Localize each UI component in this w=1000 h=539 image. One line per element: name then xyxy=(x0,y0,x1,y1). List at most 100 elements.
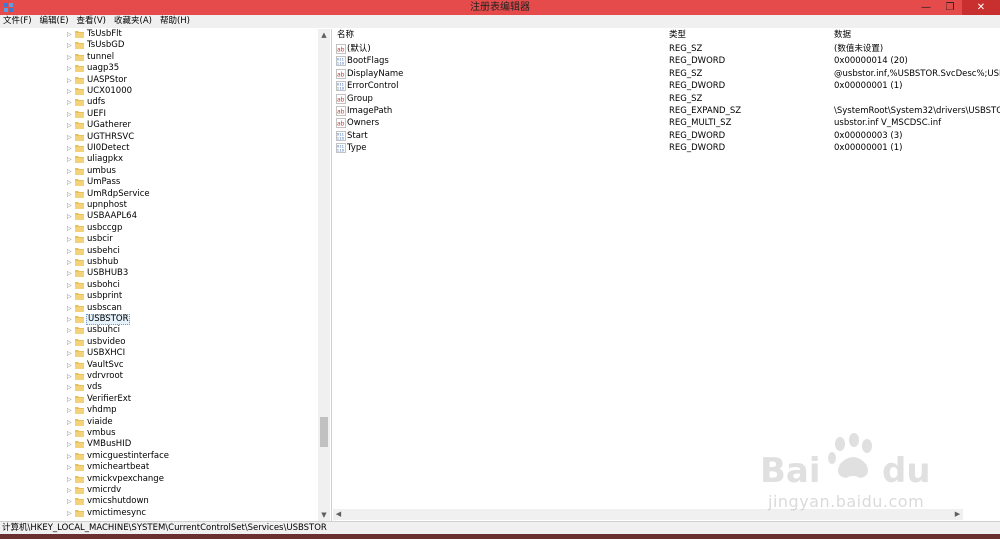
tree-item[interactable]: ▷ usbehci xyxy=(0,246,318,257)
tree-item[interactable]: ▷ UCX01000 xyxy=(0,86,318,97)
tree-item[interactable]: ▷ USBSTOR xyxy=(0,314,318,325)
tree-item[interactable]: ▷ vmicshutdown xyxy=(0,496,318,507)
expand-arrow-icon[interactable]: ▷ xyxy=(67,406,73,415)
expand-arrow-icon[interactable]: ▷ xyxy=(67,292,73,301)
tree-item[interactable]: ▷ USBAAPL64 xyxy=(0,211,318,222)
scroll-down-arrow-icon[interactable]: ▼ xyxy=(318,509,330,521)
expand-arrow-icon[interactable]: ▷ xyxy=(67,144,73,153)
expand-arrow-icon[interactable]: ▷ xyxy=(67,383,73,392)
tree-item[interactable]: ▷ VerifierExt xyxy=(0,394,318,405)
tree-item[interactable]: ▷ usbscan xyxy=(0,303,318,314)
tree-item[interactable]: ▷ uagp35 xyxy=(0,63,318,74)
expand-arrow-icon[interactable]: ▷ xyxy=(67,509,73,518)
expand-arrow-icon[interactable]: ▷ xyxy=(67,429,73,438)
tree-item[interactable]: ▷ upnphost xyxy=(0,200,318,211)
expand-arrow-icon[interactable]: ▷ xyxy=(67,110,73,119)
value-row[interactable]: ab Group REG_SZ xyxy=(333,93,1000,105)
expand-arrow-icon[interactable]: ▷ xyxy=(67,212,73,221)
expand-arrow-icon[interactable]: ▷ xyxy=(67,235,73,244)
tree-item[interactable]: ▷ vmicrdv xyxy=(0,485,318,496)
expand-arrow-icon[interactable]: ▷ xyxy=(67,326,73,335)
expand-arrow-icon[interactable]: ▷ xyxy=(67,121,73,130)
tree-item[interactable]: ▷ usbuhci xyxy=(0,325,318,336)
tree-item[interactable]: ▷ vmicheartbeat xyxy=(0,462,318,473)
expand-arrow-icon[interactable]: ▷ xyxy=(67,178,73,187)
expand-arrow-icon[interactable]: ▷ xyxy=(67,463,73,472)
value-row[interactable]: 011 110 Start REG_DWORD 0x00000003 (3) xyxy=(333,130,1000,142)
tree-item[interactable]: ▷ UmRdpService xyxy=(0,189,318,200)
value-row[interactable]: ab Owners REG_MULTI_SZ usbstor.inf V_MSCDSC… xyxy=(333,117,1000,129)
expand-arrow-icon[interactable]: ▷ xyxy=(67,98,73,107)
expand-arrow-icon[interactable]: ▷ xyxy=(67,486,73,495)
scroll-up-arrow-icon[interactable]: ▲ xyxy=(318,29,330,41)
tree-item[interactable]: ▷ UASPStor xyxy=(0,75,318,86)
tree-item[interactable]: ▷ udfs xyxy=(0,97,318,108)
tree-item[interactable]: ▷ usbprint xyxy=(0,291,318,302)
tree-item[interactable]: ▷ usbcir xyxy=(0,234,318,245)
expand-arrow-icon[interactable]: ▷ xyxy=(67,440,73,449)
expand-arrow-icon[interactable]: ▷ xyxy=(67,304,73,313)
tree-item[interactable]: ▷ TsUsbGD xyxy=(0,40,318,51)
value-row[interactable]: 011 110 ErrorControl REG_DWORD 0x00000001 (1… xyxy=(333,80,1000,92)
tree-item[interactable]: ▷ usbvideo xyxy=(0,337,318,348)
tree-item[interactable]: ▷ VaultSvc xyxy=(0,360,318,371)
expand-arrow-icon[interactable]: ▷ xyxy=(67,395,73,404)
tree-item[interactable]: ▷ vdrvroot xyxy=(0,371,318,382)
close-button[interactable]: ✕ xyxy=(962,0,1000,15)
expand-arrow-icon[interactable]: ▷ xyxy=(67,247,73,256)
tree-item[interactable]: ▷ vmictimesync xyxy=(0,508,318,519)
tree-item[interactable]: ▷ viaide xyxy=(0,417,318,428)
expand-arrow-icon[interactable]: ▷ xyxy=(67,201,73,210)
expand-arrow-icon[interactable]: ▷ xyxy=(67,269,73,278)
column-header-name[interactable]: 名称 xyxy=(337,29,354,42)
tree-item[interactable]: ▷ UI0Detect xyxy=(0,143,318,154)
menu-item-2[interactable]: 查看(V) xyxy=(73,15,110,28)
value-row[interactable]: 011 110 Type REG_DWORD 0x00000001 (1) xyxy=(333,142,1000,154)
expand-arrow-icon[interactable]: ▷ xyxy=(67,475,73,484)
column-header-data[interactable]: 数据 xyxy=(834,29,851,42)
tree-item[interactable]: ▷ TsUsbFlt xyxy=(0,29,318,40)
expand-arrow-icon[interactable]: ▷ xyxy=(67,224,73,233)
expand-arrow-icon[interactable]: ▷ xyxy=(67,133,73,142)
expand-arrow-icon[interactable]: ▷ xyxy=(67,41,73,50)
expand-arrow-icon[interactable]: ▷ xyxy=(67,167,73,176)
tree-item[interactable]: ▷ vmbus xyxy=(0,428,318,439)
expand-arrow-icon[interactable]: ▷ xyxy=(67,281,73,290)
value-row[interactable]: ab (默认) REG_SZ (数值未设置) xyxy=(333,43,1000,55)
tree-item[interactable]: ▷ vds xyxy=(0,382,318,393)
tree-item[interactable]: ▷ VMBusHID xyxy=(0,439,318,450)
tree-item[interactable]: ▷ vhdmp xyxy=(0,405,318,416)
tree-vertical-scrollbar[interactable]: ▲ ▼ xyxy=(318,29,330,521)
menu-item-0[interactable]: 文件(F) xyxy=(0,15,36,28)
tree-item[interactable]: ▷ UGatherer xyxy=(0,120,318,131)
expand-arrow-icon[interactable]: ▷ xyxy=(67,418,73,427)
value-row[interactable]: ab ImagePath REG_EXPAND_SZ \SystemRoot\Syst… xyxy=(333,105,1000,117)
tree-item[interactable]: ▷ vmicguestinterface xyxy=(0,451,318,462)
tree-item[interactable]: ▷ tunnel xyxy=(0,52,318,63)
title-bar[interactable]: 注册表编辑器 — ❐ ✕ xyxy=(0,0,1000,15)
expand-arrow-icon[interactable]: ▷ xyxy=(67,361,73,370)
tree-item[interactable]: ▷ UGTHRSVC xyxy=(0,132,318,143)
expand-arrow-icon[interactable]: ▷ xyxy=(67,349,73,358)
tree-item[interactable]: ▷ usbohci xyxy=(0,280,318,291)
menu-item-1[interactable]: 编辑(E) xyxy=(36,15,73,28)
expand-arrow-icon[interactable]: ▷ xyxy=(67,497,73,506)
scroll-thumb[interactable] xyxy=(320,417,328,447)
tree-item[interactable]: ▷ vmickvpexchange xyxy=(0,474,318,485)
expand-arrow-icon[interactable]: ▷ xyxy=(67,30,73,39)
expand-arrow-icon[interactable]: ▷ xyxy=(67,76,73,85)
tree-item[interactable]: ▷ usbccgp xyxy=(0,223,318,234)
expand-arrow-icon[interactable]: ▷ xyxy=(67,87,73,96)
tree-item[interactable]: ▷ UmPass xyxy=(0,177,318,188)
value-row[interactable]: ab DisplayName REG_SZ @usbstor.inf,%USBSTOR… xyxy=(333,68,1000,80)
expand-arrow-icon[interactable]: ▷ xyxy=(67,315,73,324)
tree-item[interactable]: ▷ umbus xyxy=(0,166,318,177)
menu-item-3[interactable]: 收藏夹(A) xyxy=(110,15,156,28)
maximize-button[interactable]: ❐ xyxy=(938,0,962,15)
key-tree-pane[interactable]: ▷ TsUsbFlt ▷ TsUsbGD ▷ tunnel ▷ uagp35 ▷ UASPStor… xyxy=(0,29,332,521)
scroll-left-arrow-icon[interactable]: ◀ xyxy=(333,509,344,520)
expand-arrow-icon[interactable]: ▷ xyxy=(67,258,73,267)
expand-arrow-icon[interactable]: ▷ xyxy=(67,155,73,164)
tree-item[interactable]: ▷ USBXHCI xyxy=(0,348,318,359)
column-header-type[interactable]: 类型 xyxy=(669,29,686,42)
